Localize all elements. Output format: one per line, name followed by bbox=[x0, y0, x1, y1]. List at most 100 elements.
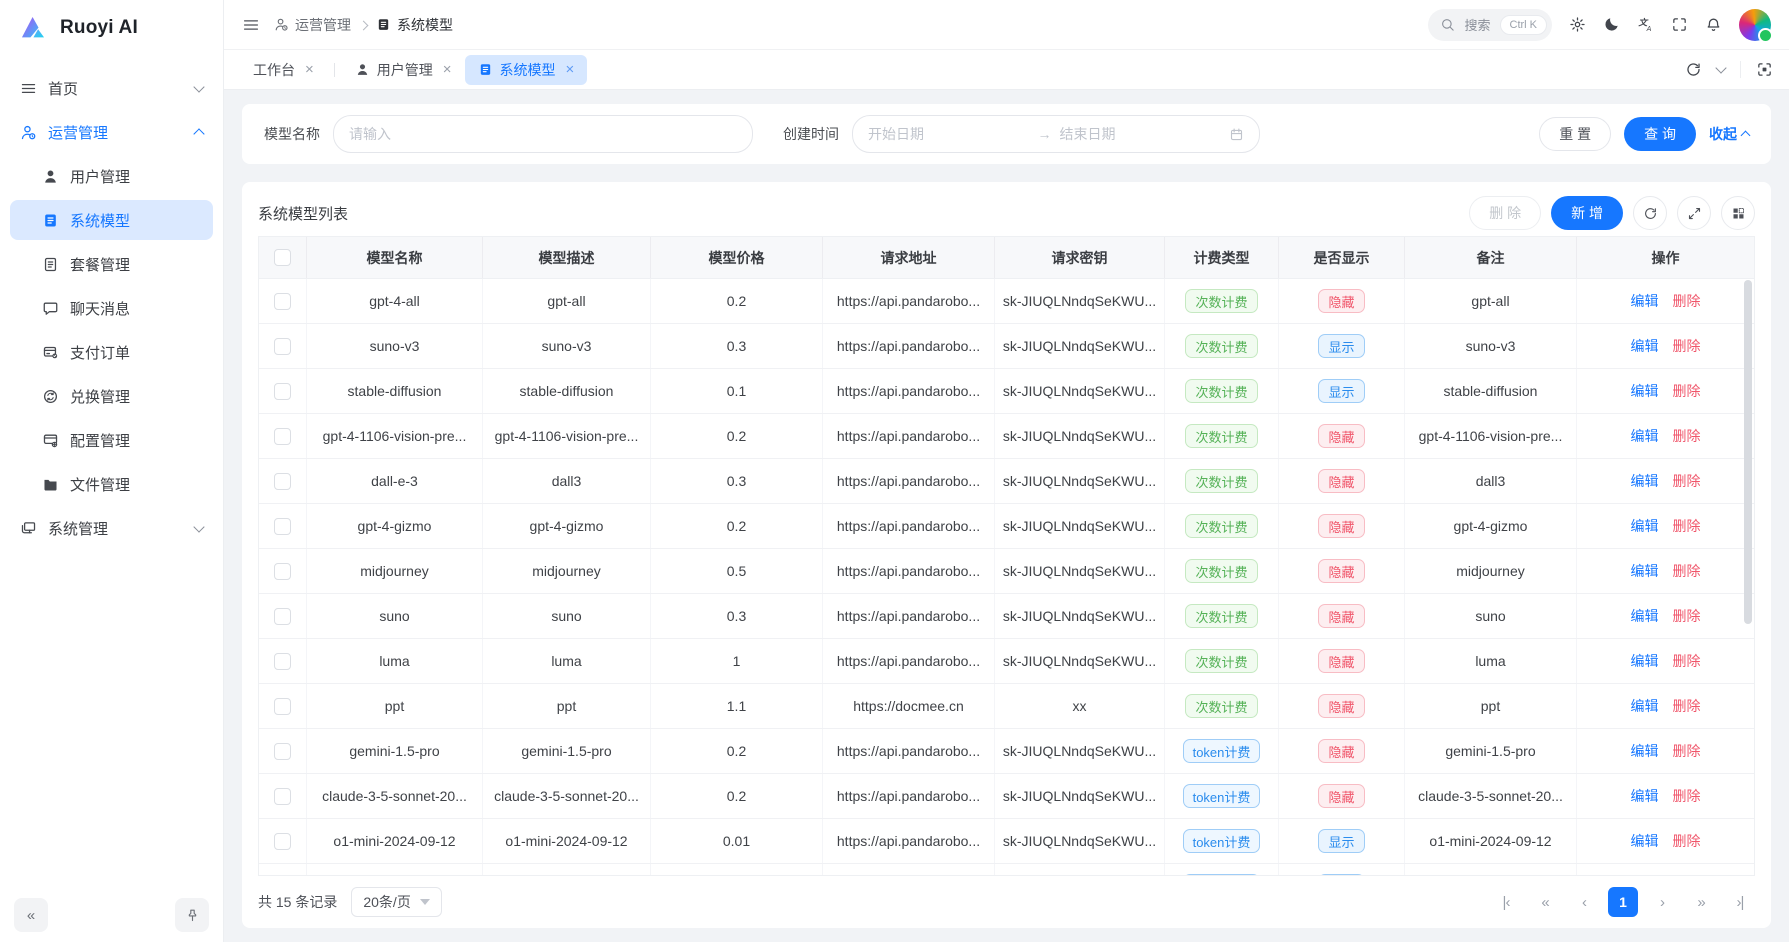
sidebar-item-payment-orders[interactable]: 支付订单 bbox=[10, 332, 213, 372]
create-time-range-input[interactable]: 开始日期 → 结束日期 bbox=[852, 115, 1260, 153]
cell-model-name: gpt-4-all bbox=[307, 279, 483, 323]
language-translate-icon[interactable]: 文A bbox=[1637, 16, 1654, 33]
sidebar-item-models[interactable]: 系统模型 bbox=[10, 200, 213, 240]
delete-link[interactable]: 删除 bbox=[1673, 831, 1701, 851]
content-fullscreen-icon[interactable] bbox=[1740, 61, 1773, 78]
cell-request-key: sk-JIUQLNndqSeKWU... bbox=[995, 324, 1165, 368]
notifications-bell-icon[interactable] bbox=[1705, 16, 1722, 33]
delete-link[interactable]: 删除 bbox=[1673, 336, 1701, 356]
next-page-button[interactable]: › bbox=[1647, 887, 1677, 917]
delete-link[interactable]: 删除 bbox=[1673, 696, 1701, 716]
delete-link[interactable]: 删除 bbox=[1673, 381, 1701, 401]
tabs-menu-chevron-down-icon[interactable] bbox=[1717, 67, 1725, 72]
delete-link[interactable]: 删除 bbox=[1673, 651, 1701, 671]
current-page-button[interactable]: 1 bbox=[1608, 887, 1638, 917]
row-checkbox[interactable] bbox=[274, 338, 291, 355]
table-row: ppt ppt 1.1 https://docmee.cn xx 次数计费 隐藏… bbox=[259, 684, 1754, 729]
row-checkbox[interactable] bbox=[274, 473, 291, 490]
delete-link[interactable]: 删除 bbox=[1673, 426, 1701, 446]
delete-link[interactable]: 删除 bbox=[1673, 516, 1701, 536]
search-icon bbox=[1440, 17, 1455, 32]
sidebar-item-label: 系统模型 bbox=[70, 210, 203, 231]
row-checkbox[interactable] bbox=[274, 428, 291, 445]
row-checkbox[interactable] bbox=[274, 788, 291, 805]
table-expand-icon[interactable] bbox=[1677, 196, 1711, 230]
edit-link[interactable]: 编辑 bbox=[1631, 381, 1659, 401]
sidebar-item-files[interactable]: 文件管理 bbox=[10, 464, 213, 504]
tab-models[interactable]: 系统模型× bbox=[465, 55, 588, 85]
edit-link[interactable]: 编辑 bbox=[1631, 786, 1659, 806]
edit-link[interactable]: 编辑 bbox=[1631, 651, 1659, 671]
row-checkbox[interactable] bbox=[274, 653, 291, 670]
collapse-filter-link[interactable]: 收起 bbox=[1709, 124, 1749, 144]
prev-jump-button[interactable]: « bbox=[1530, 887, 1560, 917]
page-size-select[interactable]: 20条/页 bbox=[351, 887, 441, 917]
edit-link[interactable]: 编辑 bbox=[1631, 336, 1659, 356]
edit-link[interactable]: 编辑 bbox=[1631, 291, 1659, 311]
edit-link[interactable]: 编辑 bbox=[1631, 426, 1659, 446]
settings-gear-icon[interactable] bbox=[1569, 16, 1586, 33]
edit-link[interactable]: 编辑 bbox=[1631, 471, 1659, 491]
add-button[interactable]: 新 增 bbox=[1551, 196, 1623, 230]
first-page-button[interactable]: |‹ bbox=[1491, 887, 1521, 917]
delete-link[interactable]: 删除 bbox=[1673, 561, 1701, 581]
edit-link[interactable]: 编辑 bbox=[1631, 606, 1659, 626]
row-checkbox[interactable] bbox=[274, 563, 291, 580]
edit-link[interactable]: 编辑 bbox=[1631, 831, 1659, 851]
sidebar-item-home[interactable]: 首页 bbox=[10, 68, 213, 108]
breadcrumb-item[interactable]: 运营管理 bbox=[274, 15, 351, 35]
table-refresh-icon[interactable] bbox=[1633, 196, 1667, 230]
row-checkbox[interactable] bbox=[274, 833, 291, 850]
last-page-button[interactable]: ›| bbox=[1725, 887, 1755, 917]
global-search[interactable]: 搜索 Ctrl K bbox=[1428, 9, 1552, 41]
tabs-refresh-icon[interactable] bbox=[1685, 61, 1702, 78]
delete-link[interactable]: 删除 bbox=[1673, 291, 1701, 311]
bulk-delete-button[interactable]: 删 除 bbox=[1469, 196, 1541, 230]
sidebar-collapse-button[interactable]: « bbox=[14, 898, 48, 932]
cell-model-desc: gpt-4-1106-vision-pre... bbox=[483, 414, 651, 458]
sidebar-item-system[interactable]: 系统管理 bbox=[10, 508, 213, 548]
brand-logo[interactable]: Ruoyi AI bbox=[0, 0, 223, 56]
tab-users[interactable]: 用户管理× bbox=[342, 55, 465, 85]
row-checkbox[interactable] bbox=[274, 383, 291, 400]
delete-link[interactable]: 删除 bbox=[1673, 786, 1701, 806]
hamburger-icon[interactable] bbox=[242, 16, 260, 34]
sidebar-item-config[interactable]: 配置管理 bbox=[10, 420, 213, 460]
row-checkbox[interactable] bbox=[274, 743, 291, 760]
column-header: 是否显示 bbox=[1279, 237, 1405, 278]
sidebar-item-redeem[interactable]: 兑换管理 bbox=[10, 376, 213, 416]
edit-link[interactable]: 编辑 bbox=[1631, 516, 1659, 536]
reset-button[interactable]: 重 置 bbox=[1539, 117, 1611, 151]
edit-link[interactable]: 编辑 bbox=[1631, 741, 1659, 761]
scrollbar-thumb[interactable] bbox=[1744, 280, 1752, 624]
prev-page-button[interactable]: ‹ bbox=[1569, 887, 1599, 917]
tab-close-icon[interactable]: × bbox=[566, 62, 575, 77]
row-checkbox[interactable] bbox=[274, 608, 291, 625]
sidebar-item-packages[interactable]: 套餐管理 bbox=[10, 244, 213, 284]
row-checkbox[interactable] bbox=[274, 518, 291, 535]
delete-link[interactable]: 删除 bbox=[1673, 741, 1701, 761]
tab-close-icon[interactable]: × bbox=[443, 62, 452, 77]
user-avatar[interactable] bbox=[1739, 9, 1771, 41]
breadcrumb-item[interactable]: 系统模型 bbox=[376, 15, 453, 35]
sidebar-item-chat-messages[interactable]: 聊天消息 bbox=[10, 288, 213, 328]
next-jump-button[interactable]: » bbox=[1686, 887, 1716, 917]
edit-link[interactable]: 编辑 bbox=[1631, 561, 1659, 581]
model-name-input[interactable]: 请输入 bbox=[333, 115, 753, 153]
search-button[interactable]: 查 询 bbox=[1624, 117, 1696, 151]
select-all-checkbox[interactable] bbox=[274, 249, 291, 266]
edit-link[interactable]: 编辑 bbox=[1631, 696, 1659, 716]
sidebar-item-operations[interactable]: 运营管理 bbox=[10, 112, 213, 152]
pin-icon[interactable] bbox=[175, 898, 209, 932]
tab-workbench[interactable]: 工作台× bbox=[240, 55, 327, 85]
delete-link[interactable]: 删除 bbox=[1673, 471, 1701, 491]
tab-close-icon[interactable]: × bbox=[305, 62, 314, 77]
column-settings-icon[interactable] bbox=[1721, 196, 1755, 230]
table-scrollbar[interactable] bbox=[1744, 280, 1752, 873]
sidebar-item-users[interactable]: 用户管理 bbox=[10, 156, 213, 196]
row-checkbox[interactable] bbox=[274, 698, 291, 715]
dark-mode-moon-icon[interactable] bbox=[1603, 16, 1620, 33]
fullscreen-icon[interactable] bbox=[1671, 16, 1688, 33]
delete-link[interactable]: 删除 bbox=[1673, 606, 1701, 626]
row-checkbox[interactable] bbox=[274, 293, 291, 310]
